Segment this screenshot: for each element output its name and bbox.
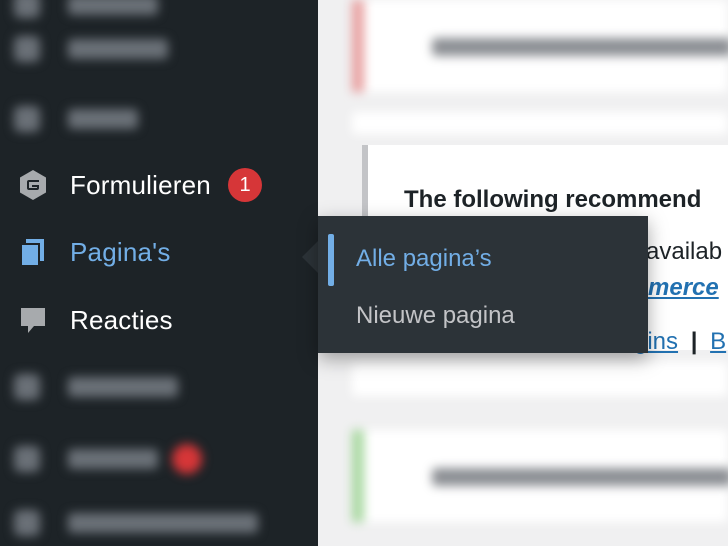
admin-sidebar: Formulieren 1 Pagina's Reacties xyxy=(0,0,318,546)
flyout-pointer xyxy=(302,241,318,273)
notice-heading: The following recommend xyxy=(404,186,702,213)
notice-second-link[interactable]: B xyxy=(710,328,726,355)
pages-icon xyxy=(16,235,50,269)
sidebar-item-paginas[interactable]: Pagina's xyxy=(0,222,318,282)
notice-text-fragment: availab xyxy=(646,238,723,265)
sidebar-blurred-items-top xyxy=(0,0,318,150)
sidebar-blurred-items-bottom xyxy=(0,348,318,546)
sidebar-item-formulieren[interactable]: Formulieren 1 xyxy=(0,155,318,215)
sidebar-item-reacties[interactable]: Reacties xyxy=(0,290,318,350)
link-separator: | xyxy=(690,328,698,355)
paginas-flyout-submenu: Alle pagina’s Nieuwe pagina xyxy=(318,216,648,353)
sidebar-item-label: Pagina's xyxy=(70,236,171,267)
update-count-badge: 1 xyxy=(228,168,262,202)
sidebar-item-label: Reacties xyxy=(70,304,173,335)
current-item-indicator xyxy=(328,234,334,286)
gravity-forms-icon xyxy=(16,168,50,202)
notice-plugin-link[interactable]: merce xyxy=(648,274,719,302)
submenu-item-alle-paginas[interactable]: Alle pagina’s xyxy=(356,245,492,273)
submenu-item-nieuwe-pagina[interactable]: Nieuwe pagina xyxy=(356,302,515,330)
comments-icon xyxy=(16,303,50,337)
sidebar-item-label: Formulieren xyxy=(70,169,211,200)
